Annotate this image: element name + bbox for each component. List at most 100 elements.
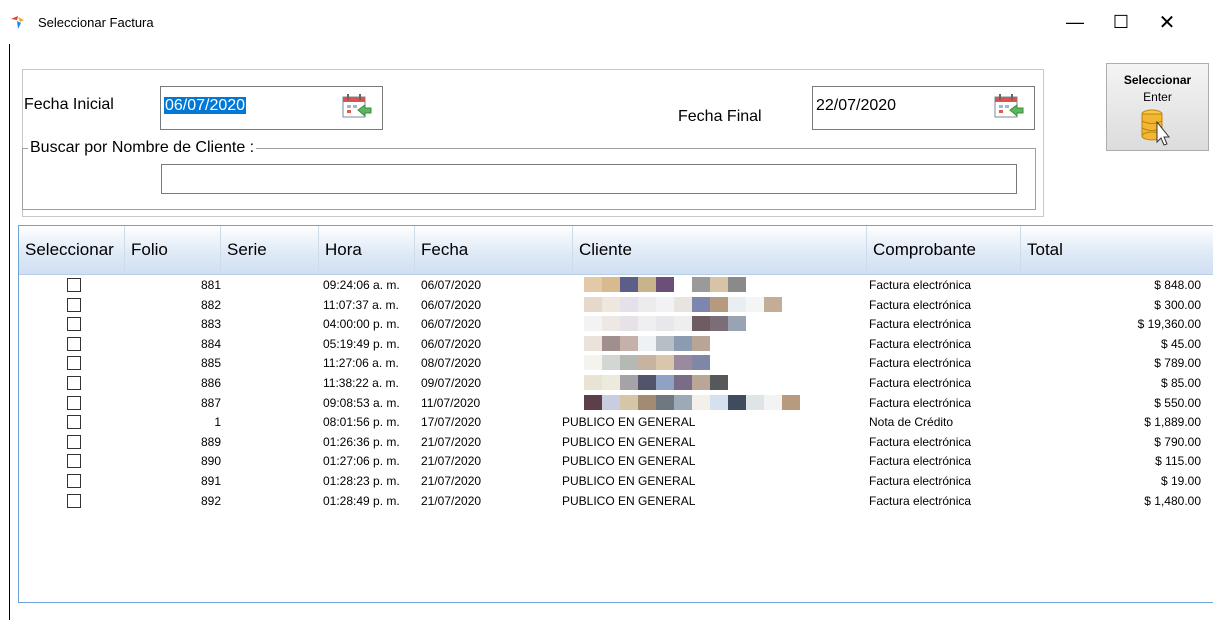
cell-folio: 885	[200, 356, 221, 371]
fecha-final-value[interactable]: 22/07/2020	[816, 97, 896, 115]
cell-hora: 01:26:36 p. m.	[323, 434, 400, 449]
row-checkbox[interactable]	[67, 356, 81, 371]
cell-fecha: 06/07/2020	[421, 336, 482, 351]
window-left-border	[9, 44, 10, 620]
cell-cliente: PUBLICO EN GENERAL	[562, 493, 696, 508]
fecha-inicial-value: 06/07/2020	[164, 97, 247, 114]
column-header-fecha[interactable]: Fecha	[415, 226, 573, 274]
cell-fecha: 06/07/2020	[421, 278, 482, 292]
fecha-inicial-picker[interactable]: 06/07/2020	[160, 86, 383, 130]
cell-fecha: 11/07/2020	[421, 395, 481, 410]
table-row[interactable]: 891 01:28:23 p. m. 21/07/2020 PUBLICO EN GE…	[19, 472, 1213, 491]
fecha-inicial-label: Fecha Inicial	[24, 96, 114, 113]
cell-cliente-redacted	[584, 296, 782, 312]
select-button[interactable]: Seleccionar Enter	[1106, 63, 1209, 151]
column-header-folio[interactable]: Folio	[125, 226, 221, 274]
table-row[interactable]: 884 05:19:49 p. m. 06/07/2020 Factura elect…	[19, 335, 1213, 354]
calendar-icon[interactable]	[339, 92, 373, 122]
table-row[interactable]: 881 09:24:06 a. m. 06/07/2020 Factura elect…	[19, 276, 1213, 295]
table-row[interactable]: 885 11:27:06 a. m. 08/07/2020 Factura elect…	[19, 354, 1213, 373]
table-row[interactable]: 886 11:38:22 a. m. 09/07/2020 Factura elect…	[19, 374, 1213, 393]
cell-cliente-redacted	[584, 375, 728, 390]
cell-fecha: 09/07/2020	[421, 376, 482, 390]
table-row[interactable]: 883 04:00:00 p. m. 06/07/2020 Factura elect…	[19, 315, 1213, 334]
row-checkbox[interactable]	[67, 395, 81, 410]
cell-hora: 01:27:06 p. m.	[323, 454, 400, 469]
cell-comprobante: Factura electrónica	[869, 434, 972, 449]
cell-total: $ 19.00	[1160, 474, 1201, 488]
cell-folio: 883	[200, 317, 221, 332]
invoice-grid[interactable]: Seleccionar Folio Serie Hora Fecha Clien…	[18, 225, 1213, 603]
row-checkbox[interactable]	[67, 278, 81, 292]
cell-comprobante: Factura electrónica	[869, 376, 972, 390]
row-checkbox[interactable]	[67, 474, 81, 488]
cell-folio: 889	[200, 434, 221, 449]
grid-header: Seleccionar Folio Serie Hora Fecha Clien…	[19, 226, 1213, 275]
close-button[interactable]: ✕	[1144, 0, 1190, 44]
minimize-button[interactable]: —	[1052, 0, 1098, 44]
cell-total: $ 85.00	[1160, 376, 1201, 390]
cell-hora: 11:27:06 a. m.	[323, 356, 399, 371]
app-icon	[11, 16, 24, 29]
cell-folio: 891	[200, 474, 221, 488]
cell-folio: 1	[214, 415, 221, 430]
cell-cliente-redacted	[584, 355, 710, 371]
cell-hora: 08:01:56 p. m.	[323, 415, 400, 430]
column-header-total[interactable]: Total	[1021, 226, 1213, 274]
cell-total: $ 550.00	[1154, 395, 1201, 410]
cell-cliente: PUBLICO EN GENERAL	[562, 415, 696, 430]
table-row[interactable]: 890 01:27:06 p. m. 21/07/2020 PUBLICO EN GE…	[19, 452, 1213, 471]
cell-hora: 04:00:00 p. m.	[323, 317, 400, 332]
table-row[interactable]: 887 09:08:53 a. m. 11/07/2020 Factura elect…	[19, 394, 1213, 413]
cell-total: $ 115.00	[1155, 454, 1201, 469]
cell-fecha: 06/07/2020	[421, 317, 482, 332]
table-row[interactable]: 882 11:07:37 a. m. 06/07/2020 Factura elect…	[19, 296, 1213, 315]
column-header-hora[interactable]: Hora	[319, 226, 415, 274]
column-header-cliente[interactable]: Cliente	[573, 226, 867, 274]
column-header-serie[interactable]: Serie	[221, 226, 319, 274]
cell-cliente: PUBLICO EN GENERAL	[562, 434, 696, 449]
row-checkbox[interactable]	[67, 336, 81, 351]
cell-total: $ 1,480.00	[1144, 493, 1201, 508]
fecha-final-label: Fecha Final	[678, 108, 762, 125]
column-header-comprobante[interactable]: Comprobante	[867, 226, 1021, 274]
cell-hora: 01:28:49 p. m.	[323, 493, 400, 508]
cell-comprobante: Factura electrónica	[869, 493, 972, 508]
row-checkbox[interactable]	[67, 415, 81, 430]
cell-cliente-redacted	[584, 335, 710, 351]
search-group-label: Buscar por Nombre de Cliente :	[28, 139, 257, 157]
cell-folio: 890	[200, 454, 221, 469]
row-checkbox[interactable]	[67, 454, 81, 469]
cell-comprobante: Factura electrónica	[869, 336, 972, 351]
select-button-shortcut: Enter	[1143, 90, 1172, 104]
calendar-icon[interactable]	[991, 92, 1025, 122]
cell-total: $ 789.00	[1154, 356, 1201, 371]
cell-fecha: 21/07/2020	[421, 454, 482, 469]
row-checkbox[interactable]	[67, 317, 81, 332]
cell-hora: 05:19:49 p. m.	[323, 336, 400, 351]
row-checkbox[interactable]	[67, 493, 81, 508]
row-checkbox[interactable]	[67, 376, 81, 390]
table-row[interactable]: 892 01:28:49 p. m. 21/07/2020 PUBLICO EN GE…	[19, 492, 1213, 511]
fecha-final-picker[interactable]: 22/07/2020	[812, 86, 1035, 130]
cell-total: $ 1,889.00	[1144, 415, 1201, 430]
row-checkbox[interactable]	[67, 434, 81, 449]
cell-cliente: PUBLICO EN GENERAL	[562, 474, 696, 488]
row-checkbox[interactable]	[67, 297, 81, 312]
search-input[interactable]	[161, 164, 1017, 194]
cell-fecha: 17/07/2020	[421, 415, 482, 430]
maximize-button[interactable]: ☐	[1098, 0, 1144, 44]
cell-comprobante: Factura electrónica	[869, 278, 972, 292]
cell-comprobante: Factura electrónica	[869, 395, 972, 410]
cell-comprobante: Factura electrónica	[869, 317, 972, 332]
fecha-inicial-input[interactable]: 06/07/2020	[164, 97, 247, 115]
column-header-seleccionar[interactable]: Seleccionar	[19, 226, 125, 274]
cell-folio: 884	[200, 336, 221, 351]
cell-total: $ 19,360.00	[1137, 317, 1201, 332]
table-row[interactable]: 889 01:26:36 p. m. 21/07/2020 PUBLICO EN GE…	[19, 433, 1213, 452]
cell-comprobante: Factura electrónica	[869, 454, 972, 469]
cell-comprobante: Nota de Crédito	[869, 415, 954, 430]
cell-folio: 892	[200, 493, 221, 508]
table-row[interactable]: 1 08:01:56 p. m. 17/07/2020 PUBLICO EN GENE…	[19, 413, 1213, 432]
cell-fecha: 21/07/2020	[421, 434, 482, 449]
